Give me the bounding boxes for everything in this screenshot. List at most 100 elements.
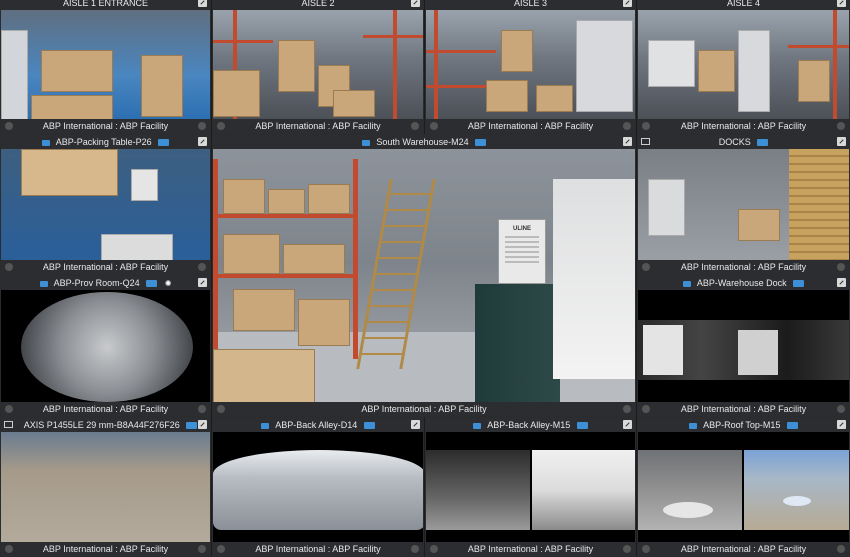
tile-title: ABP-Roof Top-M15 (703, 420, 781, 430)
tile-header: AISLE 2 (213, 0, 423, 10)
status-dot-icon (198, 263, 206, 271)
expand-icon[interactable] (198, 420, 207, 429)
tile-footer-label: ABP International : ABP Facility (467, 121, 594, 131)
status-dot-icon (411, 122, 419, 130)
status-dot-icon (642, 545, 650, 553)
tile-header: AXIS P1455LE 29 mm-B8A44F276F26 (1, 418, 210, 432)
video-feed[interactable] (213, 10, 423, 120)
tile-header: ABP-Warehouse Dock (638, 276, 849, 290)
status-dot-icon (198, 122, 206, 130)
status-dot-icon (5, 545, 13, 553)
video-feed[interactable] (638, 10, 849, 120)
tile-title: South Warehouse-M24 (376, 137, 469, 147)
expand-icon[interactable] (837, 278, 846, 287)
tile-title: ABP-Back Alley-M15 (487, 420, 571, 430)
tile-title: AISLE 2 (301, 0, 335, 8)
video-feed[interactable] (1, 432, 210, 542)
camera-tile-aisle4[interactable]: AISLE 4 ABP International : ABP Facility (637, 0, 850, 134)
status-dot-icon (642, 122, 650, 130)
status-dot-icon (623, 122, 631, 130)
tile-footer-label: ABP International : ABP Facility (680, 404, 807, 414)
tile-footer: ABP International : ABP Facility (1, 260, 210, 274)
camera-tile-warehouse-dock[interactable]: ABP-Warehouse Dock ABP International : A… (637, 275, 850, 417)
expand-icon[interactable] (198, 278, 207, 287)
video-feed[interactable] (638, 290, 849, 402)
video-feed[interactable] (1, 290, 210, 402)
video-feed[interactable] (638, 149, 849, 262)
camera-badge-icon (786, 422, 798, 429)
video-feed[interactable] (426, 10, 635, 120)
video-feed[interactable] (1, 10, 210, 127)
tile-footer-label: ABP International : ABP Facility (680, 121, 807, 131)
expand-icon[interactable] (623, 0, 632, 7)
tile-footer: ABP International : ABP Facility (638, 119, 849, 133)
camera-tile-aisle3[interactable]: AISLE 3 ABP International : ABP Facility (425, 0, 636, 134)
expand-icon[interactable] (837, 420, 846, 429)
status-dot-icon (198, 545, 206, 553)
tile-header: South Warehouse-M24 (213, 135, 635, 149)
tile-title: AISLE 3 (513, 0, 548, 8)
expand-icon[interactable] (198, 137, 207, 146)
expand-icon[interactable] (837, 0, 846, 7)
camera-tile-axis[interactable]: AXIS P1455LE 29 mm-B8A44F276F26 ABP Inte… (0, 417, 211, 557)
video-feed[interactable] (213, 432, 423, 542)
expand-icon[interactable] (837, 137, 846, 146)
status-dot-icon (5, 263, 13, 271)
tile-footer-label: ABP International : ABP Facility (361, 404, 487, 414)
camera-icon (261, 423, 270, 429)
camera-badge-icon (793, 280, 805, 287)
tile-footer: ABP International : ABP Facility (213, 119, 423, 133)
status-dot-icon (430, 122, 438, 130)
monitor-icon (641, 138, 650, 145)
settings-icon[interactable]: ✺ (165, 277, 172, 290)
video-feed[interactable] (1, 149, 210, 261)
camera-badge-icon (576, 422, 588, 429)
status-dot-icon (217, 405, 225, 413)
tile-footer: ABP International : ABP Facility (1, 119, 210, 133)
camera-badge-icon (186, 422, 198, 429)
tile-footer: ABP International : ABP Facility (638, 542, 849, 556)
tile-footer: ABP International : ABP Facility (426, 119, 635, 133)
expand-icon[interactable] (411, 420, 420, 429)
expand-icon[interactable] (623, 137, 632, 146)
camera-tile-roof-top-m15[interactable]: ABP-Roof Top-M15 ABP International : ABP… (637, 417, 850, 557)
camera-tile-docks[interactable]: DOCKS ABP International : ABP Facility (637, 134, 850, 275)
tile-footer: ABP International : ABP Facility (1, 402, 210, 416)
tile-title: ABP-Packing Table-P26 (55, 137, 152, 147)
video-feed[interactable] (426, 432, 635, 542)
status-dot-icon (837, 263, 845, 271)
tile-header: AISLE 3 (426, 0, 635, 10)
camera-tile-back-alley-d14[interactable]: ABP-Back Alley-D14 ABP International : A… (212, 417, 424, 557)
tile-footer: ABP International : ABP Facility (426, 542, 635, 556)
expand-icon[interactable] (623, 420, 632, 429)
tile-header: AISLE 1 ENTRANCE (1, 0, 210, 10)
tile-title: AISLE 1 ENTRANCE (62, 0, 149, 8)
status-dot-icon (837, 545, 845, 553)
camera-badge-icon (757, 139, 769, 146)
tile-footer: ABP International : ABP Facility (213, 402, 635, 416)
tile-footer-label: ABP International : ABP Facility (42, 544, 169, 554)
tile-title: ABP-Back Alley-D14 (275, 420, 358, 430)
tile-footer-label: ABP International : ABP Facility (42, 404, 169, 414)
tile-title: ABP-Prov Room-Q24 (53, 278, 140, 288)
status-dot-icon (198, 405, 206, 413)
tile-footer-label: ABP International : ABP Facility (42, 121, 169, 131)
camera-icon (689, 423, 698, 429)
tile-header: AISLE 4 (638, 0, 849, 10)
camera-tile-south-warehouse[interactable]: South Warehouse-M24 ULINE ABP Internatio… (212, 134, 636, 417)
expand-icon[interactable] (411, 0, 420, 7)
camera-tile-packing[interactable]: ABP-Packing Table-P26 ABP International … (0, 134, 211, 275)
status-dot-icon (411, 545, 419, 553)
camera-tile-back-alley-m15[interactable]: ABP-Back Alley-M15 ABP International : A… (425, 417, 636, 557)
video-feed[interactable] (638, 432, 849, 542)
camera-tile-aisle1[interactable]: AISLE 1 ENTRANCE ABP International : ABP… (0, 0, 211, 134)
tile-footer: ABP International : ABP Facility (1, 542, 210, 556)
camera-tile-prov-room[interactable]: ABP-Prov Room-Q24 ✺ ABP International : … (0, 275, 211, 417)
camera-tile-aisle2[interactable]: AISLE 2 ABP International : ABP Facility (212, 0, 424, 134)
status-dot-icon (5, 405, 13, 413)
video-feed[interactable]: ULINE (213, 149, 635, 406)
tile-footer-label: ABP International : ABP Facility (255, 121, 381, 131)
camera-badge-icon (363, 422, 375, 429)
tile-title: DOCKS (718, 137, 751, 147)
expand-icon[interactable] (198, 0, 207, 7)
